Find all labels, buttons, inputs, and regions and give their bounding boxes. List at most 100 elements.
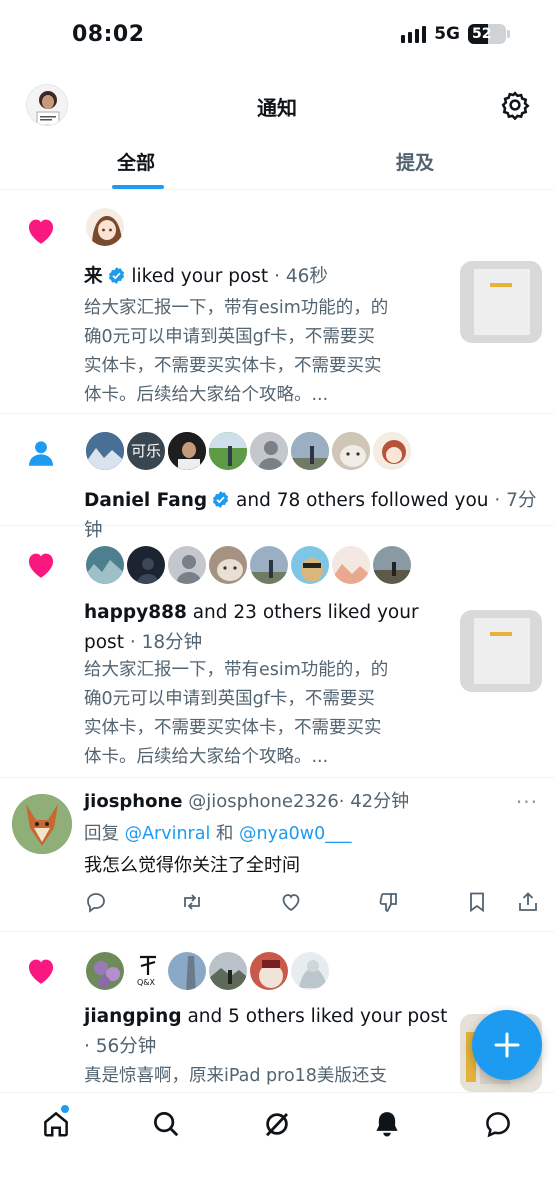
post-thumbnail[interactable]	[460, 261, 542, 343]
tab-mentions[interactable]: 提及	[396, 148, 434, 175]
notification-action: and 78 others followed you	[236, 490, 489, 511]
app-header: 通知	[0, 80, 554, 130]
notification-action: and 23 others liked your	[192, 602, 419, 623]
bookmark-icon[interactable]	[465, 890, 489, 914]
compose-button[interactable]	[472, 1010, 542, 1080]
post-line: 实体卡，不需要买实体卡，不需要买实	[84, 718, 382, 738]
reply-and: 和	[215, 824, 234, 844]
notification-action: and 5 others liked your post	[187, 1006, 448, 1027]
avatar[interactable]	[207, 950, 249, 992]
notification-like[interactable]: Q&X jiangping and 5 others liked your po…	[0, 932, 554, 1092]
page-title: 通知	[257, 96, 297, 120]
verified-icon	[108, 267, 124, 284]
avatar[interactable]	[248, 544, 290, 586]
avatar[interactable]	[125, 544, 167, 586]
grok-icon[interactable]	[262, 1109, 292, 1139]
avatar[interactable]	[248, 950, 290, 992]
chat-icon[interactable]	[483, 1109, 513, 1139]
post-thumbnail[interactable]	[460, 610, 542, 692]
notification-action-cont: post	[84, 632, 124, 653]
mention-link[interactable]: @nya0w0___	[239, 824, 352, 844]
post-line: 确0元可以申请到英国gf卡，不需要买	[84, 689, 375, 709]
network-label: 5G	[434, 24, 460, 44]
avatar[interactable]	[248, 430, 290, 472]
post-preview[interactable]: 给大家汇报一下，带有esim功能的，的 确0元可以申请到英国gf卡，不需要买 实…	[84, 656, 388, 772]
avatar[interactable]	[166, 950, 208, 992]
person-icon	[28, 441, 54, 466]
home-icon[interactable]	[41, 1109, 71, 1139]
reply-prefix: 回复	[84, 824, 119, 844]
bell-icon[interactable]	[372, 1109, 402, 1139]
avatar[interactable]	[371, 430, 413, 472]
post-line: 确0元可以申请到英国gf卡，不需要买	[84, 327, 375, 347]
dislike-icon[interactable]	[377, 890, 401, 914]
post-preview[interactable]: 给大家汇报一下，带有esim功能的，的 确0元可以申请到英国gf卡，不需要买 实…	[84, 294, 388, 410]
heart-icon	[28, 219, 54, 244]
avatar[interactable]	[166, 430, 208, 472]
actor-name[interactable]: Daniel Fang	[84, 490, 207, 511]
post-line: 给大家汇报一下，带有esim功能的，的	[84, 298, 389, 318]
plus-icon	[494, 1032, 520, 1058]
avatar-text: 可乐	[130, 442, 161, 460]
heart-icon	[28, 553, 54, 578]
actor-name[interactable]: jiangping	[84, 1006, 182, 1027]
mention-link[interactable]: @Arvinral	[125, 824, 211, 844]
avatar[interactable]	[289, 544, 331, 586]
reply-icon[interactable]	[84, 890, 108, 914]
search-icon[interactable]	[151, 1109, 181, 1139]
actor-name[interactable]: happy888	[84, 602, 187, 623]
avatar[interactable]	[166, 544, 208, 586]
actor-name[interactable]: 来	[84, 266, 103, 287]
avatar[interactable]	[289, 430, 331, 472]
avatar[interactable]	[330, 544, 372, 586]
avatar[interactable]	[207, 544, 249, 586]
avatar[interactable]	[84, 544, 126, 586]
post-line: 实体卡，不需要买实体卡，不需要买实	[84, 356, 382, 376]
avatar[interactable]	[84, 950, 126, 992]
notification-time: · 46秒	[274, 266, 328, 287]
avatar[interactable]	[207, 430, 249, 472]
avatar[interactable]: Q&X	[125, 950, 167, 992]
notification-follow[interactable]: 可乐 Daniel Fang and 78 others followed yo…	[0, 414, 554, 541]
post-line: 体卡。后续给大家给个攻略。...	[84, 385, 329, 405]
signal-icon	[401, 25, 427, 43]
tweet-time: · 42分钟	[338, 791, 410, 812]
gear-icon[interactable]	[500, 90, 530, 120]
post-line: 真是惊喜啊，原来iPad pro18美版还支	[84, 1066, 387, 1086]
status-time: 08:02	[72, 22, 145, 47]
avatar[interactable]	[12, 794, 72, 854]
like-icon[interactable]	[279, 890, 303, 914]
heart-icon	[28, 959, 54, 984]
reply-context: 回复 @Arvinral 和 @nya0w0___	[84, 820, 352, 848]
avatar[interactable]	[84, 430, 126, 472]
share-icon[interactable]	[516, 890, 540, 914]
status-bar: 08:02 5G 52	[0, 0, 554, 72]
avatar[interactable]	[84, 206, 126, 248]
avatar-text: Q&X	[136, 978, 155, 987]
tweet-author: jiosphone @jiosphone2326· 42分钟	[84, 788, 409, 816]
new-posts-dot	[61, 1105, 69, 1113]
notification-headline: jiangping and 5 others liked your post ·…	[84, 1002, 454, 1062]
avatar[interactable]	[289, 950, 331, 992]
author-handle[interactable]: @jiosphone2326	[188, 791, 339, 812]
tab-all[interactable]: 全部	[117, 148, 155, 175]
notification-like[interactable]: 来 liked your post · 46秒 给大家汇报一下，带有esim功能…	[0, 190, 554, 414]
battery-level: 52	[472, 26, 492, 42]
retweet-icon[interactable]	[180, 890, 204, 914]
author-name[interactable]: jiosphone	[84, 791, 183, 812]
active-tab-indicator	[112, 185, 164, 189]
notification-headline: 来 liked your post · 46秒	[84, 262, 328, 292]
post-preview[interactable]: 真是惊喜啊，原来iPad pro18美版还支	[84, 1062, 387, 1091]
notification-action: liked your post	[131, 266, 269, 287]
notification-time: · 56分钟	[84, 1036, 157, 1057]
post-line: 给大家汇报一下，带有esim功能的，的	[84, 660, 389, 680]
avatar[interactable]: 可乐	[125, 430, 167, 472]
post-line: 体卡。后续给大家给个攻略。...	[84, 747, 329, 767]
avatar[interactable]	[371, 544, 413, 586]
avatar[interactable]	[330, 430, 372, 472]
battery-icon: 52	[468, 24, 510, 44]
more-icon[interactable]: ···	[516, 790, 538, 814]
status-indicators: 5G 52	[401, 24, 510, 44]
notification-like[interactable]: happy888 and 23 others liked your post ·…	[0, 526, 554, 778]
notification-reply-tweet[interactable]: jiosphone @jiosphone2326· 42分钟 ··· 回复 @A…	[0, 778, 554, 932]
